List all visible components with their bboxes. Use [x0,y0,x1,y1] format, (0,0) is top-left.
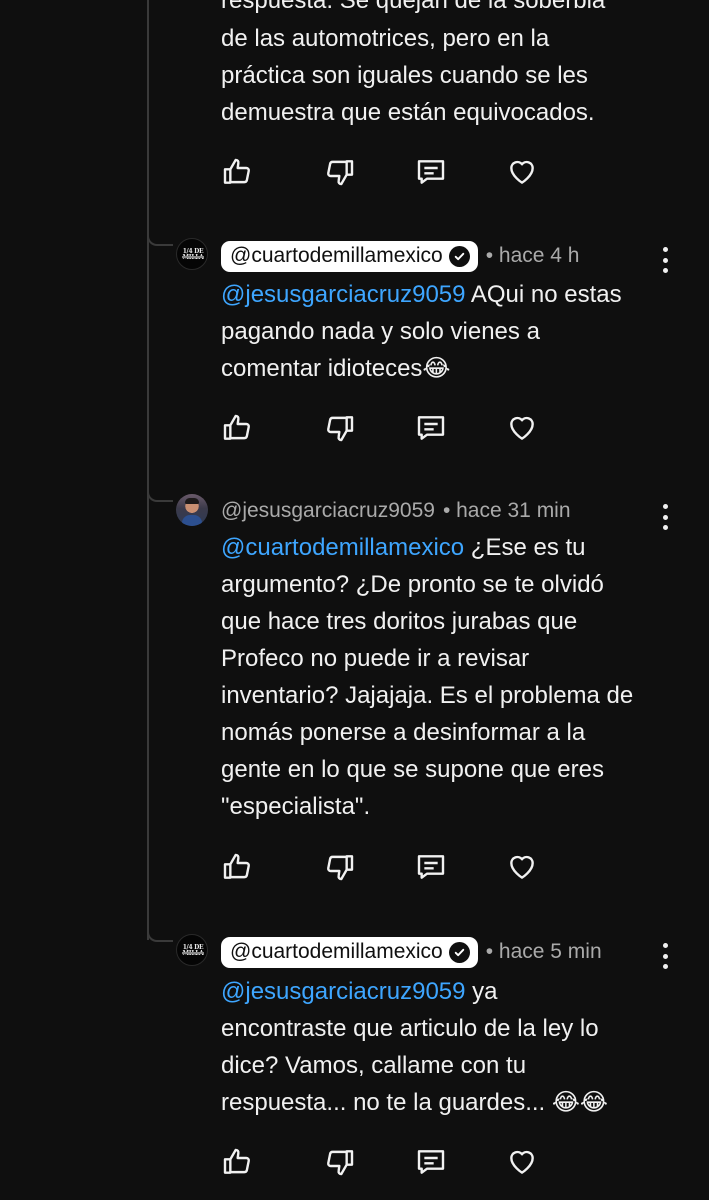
channel-avatar[interactable]: 1/4 DE MILLA [176,934,208,966]
verified-check-icon [448,941,470,963]
brand-logo-text: 1/4 DE MILLA [182,944,204,957]
more-vert-icon [662,504,668,509]
reply-header: @cuartodemillamexico • hace 4 h [221,239,580,273]
timestamp: • hace 31 min [442,499,571,522]
thread-connector [147,928,173,942]
user-avatar[interactable] [176,494,208,526]
dislike-button[interactable] [322,410,358,446]
reply-text: @jesusgarciacruz9059 AQui no estas pagan… [221,281,622,382]
mention-link[interactable]: @cuartodemillamexico [221,534,464,561]
top-comment-actions [219,154,549,190]
more-vert-icon [662,943,668,948]
like-button[interactable] [219,154,255,190]
reply-button[interactable] [413,410,449,446]
thumbs-up-icon [223,414,250,440]
thumbs-down-icon [327,855,354,881]
more-options-button[interactable] [658,245,672,275]
reply-button[interactable] [413,154,449,190]
timestamp: • hace 4 h [485,244,580,267]
author-handle: @cuartodemillamexico [230,244,443,267]
reply-text: @jesusgarciacruz9059 ya encontraste que … [221,978,608,1116]
thread-connector [147,232,173,246]
author-handle[interactable]: @jesusgarciacruz9059 [221,499,435,523]
heart-icon [510,160,534,184]
heart-icon [510,855,534,879]
reply-comment-icon [417,1150,445,1174]
reply-header: @jesusgarciacruz9059 • hace 31 min [221,494,571,528]
heart-button[interactable] [504,410,540,446]
more-options-button[interactable] [658,941,672,971]
reply-header: @cuartodemillamexico • hace 5 min [221,935,602,969]
more-options-button[interactable] [658,502,672,532]
timestamp: • hace 5 min [485,940,602,963]
thread-line [147,0,149,940]
top-comment-partial-line: respuesta. Se quejan de la soberbia [221,0,606,14]
reply-actions [219,1144,549,1180]
heart-button[interactable] [504,849,540,885]
dislike-button[interactable] [322,1144,358,1180]
thumbs-down-icon [327,160,354,186]
reply-button[interactable] [413,1144,449,1180]
reply-comment-icon [417,416,445,440]
mention-link[interactable]: @jesusgarciacruz9059 [221,978,466,1005]
like-button[interactable] [219,1144,255,1180]
reply-text: @cuartodemillamexico ¿Ese es tu argument… [221,534,634,820]
heart-button[interactable] [504,1144,540,1180]
top-comment-text: de las automotrices, pero en la práctica… [221,25,595,126]
thread-connector [147,488,173,502]
dislike-button[interactable] [322,849,358,885]
channel-avatar[interactable]: 1/4 DE MILLA [176,238,208,270]
reply-button[interactable] [413,849,449,885]
like-button[interactable] [219,410,255,446]
heart-icon [510,1150,534,1174]
brand-logo-text: 1/4 DE MILLA [182,248,204,261]
thumbs-up-icon [223,853,250,879]
verified-check-icon [448,245,470,267]
reply-comment-icon [417,160,445,184]
comment-thread: respuesta. Se quejan de la soberbia de l… [0,0,709,1200]
mention-link[interactable]: @jesusgarciacruz9059 [221,281,466,308]
author-handle-pill[interactable]: @cuartodemillamexico [221,936,478,968]
reply-actions [219,410,549,446]
dislike-button[interactable] [322,154,358,190]
heart-icon [510,416,534,440]
reply-comment-icon [417,855,445,879]
thumbs-down-icon [327,416,354,442]
thumbs-up-icon [223,158,250,184]
like-button[interactable] [219,849,255,885]
thumbs-down-icon [327,1150,354,1176]
reply-actions [219,849,549,885]
author-handle: @cuartodemillamexico [230,940,443,963]
author-handle-pill[interactable]: @cuartodemillamexico [221,240,478,272]
thumbs-up-icon [223,1148,250,1174]
more-vert-icon [662,247,668,252]
heart-button[interactable] [504,154,540,190]
